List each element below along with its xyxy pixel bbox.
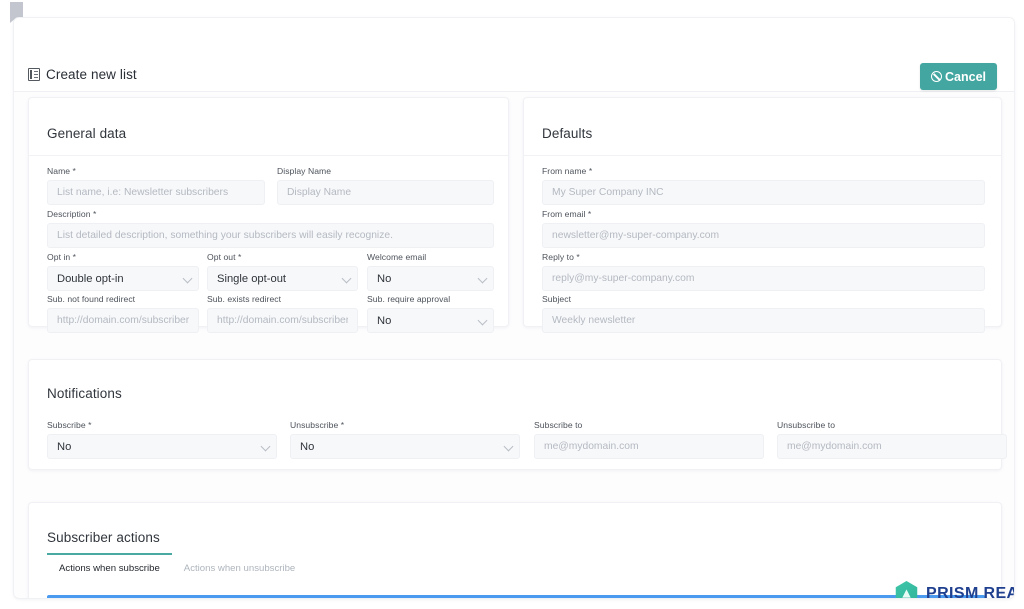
welcome-email-label: Welcome email bbox=[367, 252, 427, 262]
sub-require-approval-field: Sub. require approval No bbox=[367, 294, 494, 333]
sub-not-found-redirect-input[interactable] bbox=[47, 308, 199, 333]
notifications-title: Notifications bbox=[47, 386, 122, 401]
subscribe-to-label: Subscribe to bbox=[534, 420, 583, 430]
tab-actions-when-subscribe[interactable]: Actions when subscribe bbox=[47, 553, 172, 583]
from-name-input[interactable] bbox=[542, 180, 985, 205]
opt-in-field: Opt in * Double opt-in bbox=[47, 252, 199, 291]
page-title: Create new list bbox=[28, 67, 137, 82]
tab-actions-when-unsubscribe-label: Actions when unsubscribe bbox=[183, 563, 296, 574]
general-data-divider bbox=[29, 155, 508, 156]
subscriber-actions-card: Subscriber actions Actions when subscrib… bbox=[28, 502, 1002, 598]
welcome-email-select[interactable]: No bbox=[367, 266, 494, 291]
subject-label: Subject bbox=[542, 294, 572, 304]
defaults-card: Defaults From name * From email * Reply … bbox=[523, 97, 1002, 333]
subscriber-actions-tabs: Actions when subscribe Actions when unsu… bbox=[47, 553, 307, 583]
display-name-input[interactable] bbox=[277, 180, 494, 205]
from-name-label: From name * bbox=[542, 166, 593, 176]
subscribe-label: Subscribe * bbox=[47, 420, 92, 430]
app-page: Create new list Cancel General data Name… bbox=[0, 0, 1024, 609]
unsubscribe-label: Unsubscribe * bbox=[290, 420, 345, 430]
opt-out-field: Opt out * Single opt-out bbox=[207, 252, 358, 291]
prism-reach-wordmark: PRISM REACH bbox=[926, 584, 1014, 599]
cancel-button[interactable]: Cancel bbox=[920, 63, 997, 90]
subscriber-actions-info-banner: When a subscriber will subscribe to this… bbox=[47, 595, 985, 598]
reply-to-input[interactable] bbox=[542, 266, 985, 291]
subscribe-to-input[interactable] bbox=[534, 434, 764, 459]
defaults-divider bbox=[524, 155, 1001, 156]
name-label: Name * bbox=[47, 166, 76, 176]
tab-actions-when-unsubscribe[interactable]: Actions when unsubscribe bbox=[172, 553, 307, 583]
unsubscribe-field: Unsubscribe * No bbox=[290, 420, 520, 459]
opt-in-label: Opt in * bbox=[47, 252, 77, 262]
subscribe-select[interactable]: No bbox=[47, 434, 277, 459]
subscribe-to-field: Subscribe to bbox=[534, 420, 764, 459]
sub-exists-redirect-input[interactable] bbox=[207, 308, 358, 333]
ban-circle-icon bbox=[931, 71, 942, 82]
name-field: Name * bbox=[47, 166, 265, 205]
unsubscribe-select[interactable]: No bbox=[290, 434, 520, 459]
general-data-title: General data bbox=[47, 126, 127, 141]
page-title-text: Create new list bbox=[46, 67, 137, 82]
subject-input[interactable] bbox=[542, 308, 985, 333]
name-input[interactable] bbox=[47, 180, 265, 205]
subscribe-field: Subscribe * No bbox=[47, 420, 277, 459]
sub-exists-redirect-field: Sub. exists redirect bbox=[207, 294, 358, 333]
list-document-icon bbox=[28, 68, 40, 81]
prism-hexagon-logo-icon bbox=[895, 581, 918, 598]
from-email-field: From email * bbox=[542, 209, 985, 248]
unsubscribe-to-field: Unsubscribe to bbox=[777, 420, 1007, 459]
sub-exists-redirect-label: Sub. exists redirect bbox=[207, 294, 282, 304]
opt-out-select[interactable]: Single opt-out bbox=[207, 266, 358, 291]
description-field: Description * bbox=[47, 209, 494, 248]
defaults-title: Defaults bbox=[542, 126, 593, 141]
reply-to-field: Reply to * bbox=[542, 252, 985, 291]
unsubscribe-to-input[interactable] bbox=[777, 434, 1007, 459]
subject-field: Subject bbox=[542, 294, 985, 333]
description-input[interactable] bbox=[47, 223, 494, 248]
sub-require-approval-label: Sub. require approval bbox=[367, 294, 451, 304]
prism-reach-watermark: PRISM REACH bbox=[894, 581, 1014, 598]
opt-out-label: Opt out * bbox=[207, 252, 242, 262]
cancel-button-label: Cancel bbox=[945, 69, 986, 84]
sub-require-approval-select[interactable]: No bbox=[367, 308, 494, 333]
from-email-input[interactable] bbox=[542, 223, 985, 248]
sub-not-found-redirect-field: Sub. not found redirect bbox=[47, 294, 199, 333]
tab-actions-when-subscribe-label: Actions when subscribe bbox=[59, 563, 160, 574]
panel-header: Create new list Cancel bbox=[14, 18, 1014, 92]
reply-to-label: Reply to * bbox=[542, 252, 580, 262]
opt-in-select[interactable]: Double opt-in bbox=[47, 266, 199, 291]
from-name-field: From name * bbox=[542, 166, 985, 205]
from-email-label: From email * bbox=[542, 209, 592, 219]
notifications-card: Notifications Subscribe * No Unsubscribe… bbox=[28, 359, 1007, 470]
subscriber-actions-title: Subscriber actions bbox=[47, 530, 160, 545]
general-data-card: General data Name * Display Name Descrip… bbox=[28, 97, 509, 333]
display-name-label: Display Name bbox=[277, 166, 332, 176]
display-name-field: Display Name bbox=[277, 166, 494, 205]
create-list-panel: Create new list Cancel General data Name… bbox=[14, 18, 1014, 598]
unsubscribe-to-label: Unsubscribe to bbox=[777, 420, 836, 430]
sub-not-found-redirect-label: Sub. not found redirect bbox=[47, 294, 136, 304]
welcome-email-field: Welcome email No bbox=[367, 252, 494, 291]
description-label: Description * bbox=[47, 209, 97, 219]
